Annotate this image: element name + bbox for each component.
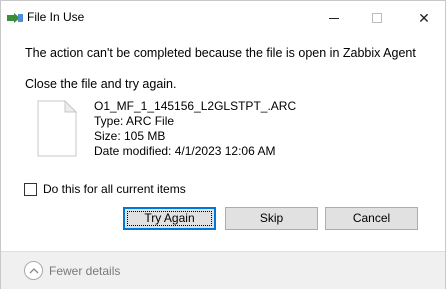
do-for-all-label[interactable]: Do this for all current items: [43, 182, 186, 196]
title-bar[interactable]: File In Use ✕: [1, 1, 446, 35]
error-message: The action can't be completed because th…: [25, 46, 416, 60]
fewer-details-link[interactable]: Fewer details: [49, 264, 120, 278]
maximize-button[interactable]: [354, 1, 400, 35]
file-date-modified: Date modified: 4/1/2023 12:06 AM: [94, 144, 276, 158]
file-details: O1_MF_1_145156_L2GLSTPT_.ARC Type: ARC F…: [94, 99, 296, 159]
do-for-all-checkbox[interactable]: [24, 183, 37, 196]
details-footer: Fewer details: [1, 251, 445, 289]
window-title: File In Use: [27, 10, 85, 24]
file-name: O1_MF_1_145156_L2GLSTPT_.ARC: [94, 99, 297, 113]
file-move-icon: [7, 12, 23, 24]
instruction-message: Close the file and try again.: [25, 77, 177, 91]
maximize-icon: [372, 13, 382, 23]
try-again-button[interactable]: Try Again: [123, 207, 216, 230]
blank-document-icon: [37, 99, 78, 157]
cancel-button[interactable]: Cancel: [325, 207, 418, 230]
focus-rectangle: [127, 211, 212, 226]
minimize-icon: [329, 18, 339, 19]
file-type: Type: ARC File: [94, 114, 175, 128]
close-button[interactable]: ✕: [401, 1, 446, 35]
chevron-up-icon[interactable]: [24, 261, 43, 280]
skip-button[interactable]: Skip: [225, 207, 318, 230]
minimize-button[interactable]: [311, 1, 357, 35]
close-icon: ✕: [418, 10, 430, 26]
file-in-use-dialog: File In Use ✕ The action can't be comple…: [0, 0, 446, 289]
file-size: Size: 105 MB: [94, 129, 166, 143]
